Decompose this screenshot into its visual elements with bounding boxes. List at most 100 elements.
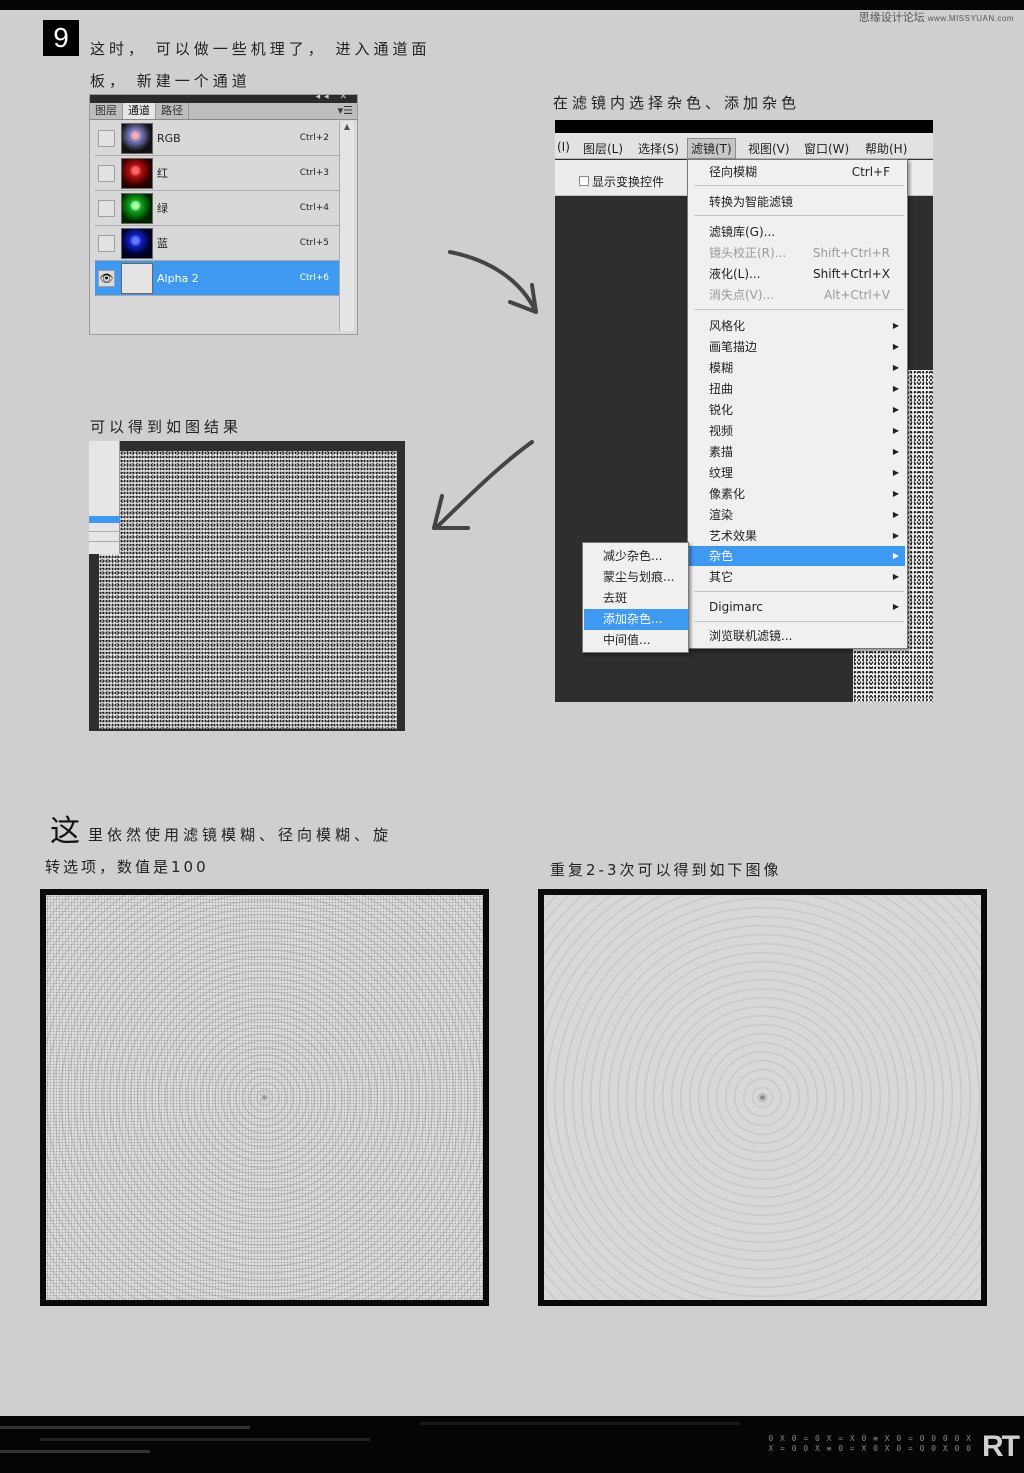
channel-thumbnail xyxy=(121,157,153,189)
submenu-item-despeckle[interactable]: 去斑 xyxy=(584,588,688,609)
channel-thumbnail xyxy=(121,262,153,294)
show-transform-checkbox[interactable] xyxy=(579,176,589,186)
menu-item-radial-blur[interactable]: 径向模糊 Ctrl+F xyxy=(689,162,905,182)
panel-menu-icon[interactable]: ▾☰ xyxy=(338,103,353,119)
submenu-item-add-noise[interactable]: 添加杂色... xyxy=(584,609,688,630)
channel-shortcut: Ctrl+2 xyxy=(299,133,329,143)
menu-item-window[interactable]: 窗口(W) xyxy=(804,140,849,157)
menu-item-brush-strokes[interactable]: 画笔描边 ▶ xyxy=(689,337,905,357)
tab-channels[interactable]: 通道 xyxy=(123,103,156,119)
menu-item-filter[interactable]: 滤镜(T) xyxy=(687,138,736,159)
step-number-badge: 9 xyxy=(43,20,79,56)
channel-name: RGB xyxy=(157,131,181,145)
footer-logo: RT xyxy=(982,1430,1020,1463)
channel-name: 绿 xyxy=(157,202,168,215)
menu-item-stylize[interactable]: 风格化 ▶ xyxy=(689,316,905,336)
blur-text-line2: 转选项，数值是100 xyxy=(45,858,209,876)
menu-item-view[interactable]: 视图(V) xyxy=(748,140,790,157)
panel-scrollbar[interactable]: ▲ xyxy=(339,121,354,331)
menu-item-vanishing-point[interactable]: 消失点(V)... Alt+Ctrl+V xyxy=(689,285,905,305)
channel-shortcut: Ctrl+4 xyxy=(299,203,329,213)
footer-code-line1: 0 X 0 = 0 X = X 0 ≡ X 0 = 0 0 0 0 X xyxy=(768,1434,972,1443)
submenu-item-reduce-noise[interactable]: 减少杂色... xyxy=(584,546,688,567)
menu-item-convert-smart-filter[interactable]: 转换为智能滤镜 xyxy=(689,192,905,212)
submenu-arrow-icon: ▶ xyxy=(892,489,899,498)
menu-item-blur[interactable]: 模糊 ▶ xyxy=(689,358,905,378)
menu-item-type[interactable]: (I) xyxy=(557,140,570,154)
channel-row-green[interactable]: 绿 Ctrl+4 xyxy=(95,191,339,226)
panel-collapse-close-icon[interactable]: ◂◂ ✕ xyxy=(316,92,351,102)
watermark: 思缘设计论坛 www.MISSYUAN.com xyxy=(859,9,1014,25)
blur-text-line1: 里依然使用滤镜模糊、径向模糊、旋 xyxy=(88,826,393,844)
menu-item-noise[interactable]: 杂色 ▶ xyxy=(689,546,905,566)
visibility-toggle[interactable] xyxy=(98,164,115,182)
repeated-blur-result-image xyxy=(538,889,987,1306)
footer-code: 0 X 0 = 0 X = X 0 ≡ X 0 = 0 0 0 0 X X = … xyxy=(768,1434,972,1454)
menu-item-pixelate[interactable]: 像素化 ▶ xyxy=(689,484,905,504)
menu-bar: (I) 图层(L) 选择(S) 滤镜(T) 视图(V) 窗口(W) 帮助(H) xyxy=(555,133,933,159)
submenu-arrow-icon: ▶ xyxy=(892,405,899,414)
menu-item-video[interactable]: 视频 ▶ xyxy=(689,421,905,441)
watermark-url: www.MISSYUAN.com xyxy=(927,14,1014,23)
visibility-toggle[interactable] xyxy=(98,234,115,252)
visibility-toggle[interactable] xyxy=(98,129,115,147)
submenu-arrow-icon: ▶ xyxy=(892,531,899,540)
submenu-item-dust-scratches[interactable]: 蒙尘与划痕... xyxy=(584,567,688,588)
menu-item-sketch[interactable]: 素描 ▶ xyxy=(689,442,905,462)
intro-text-line1: 这时， 可以做一些机理了， 进入通道面 xyxy=(90,40,431,58)
submenu-arrow-icon: ▶ xyxy=(892,426,899,435)
submenu-arrow-icon: ▶ xyxy=(892,342,899,351)
menu-item-lens-correction[interactable]: 镜头校正(R)... Shift+Ctrl+R xyxy=(689,243,905,263)
result-side-panel xyxy=(89,441,120,554)
noise-result-image xyxy=(89,441,405,731)
channel-name: 红 xyxy=(157,167,168,180)
panel-tabs: 图层 通道 路径 ▾☰ xyxy=(90,103,357,120)
screenshot-top-bar xyxy=(555,120,933,133)
menu-item-texture[interactable]: 纹理 ▶ xyxy=(689,463,905,483)
tab-paths[interactable]: 路径 xyxy=(156,103,189,119)
watermark-site: 思缘设计论坛 xyxy=(858,12,925,24)
visibility-toggle[interactable] xyxy=(98,199,115,217)
channel-row-alpha2[interactable]: 👁 Alpha 2 Ctrl+6 xyxy=(95,261,339,296)
submenu-arrow-icon: ▶ xyxy=(892,384,899,393)
submenu-arrow-icon: ▶ xyxy=(892,572,899,581)
channel-name: Alpha 2 xyxy=(157,271,199,285)
submenu-arrow-icon: ▶ xyxy=(892,363,899,372)
menu-item-render[interactable]: 渲染 ▶ xyxy=(689,505,905,525)
menu-item-digimarc[interactable]: Digimarc ▶ xyxy=(689,597,905,617)
menu-item-liquify[interactable]: 液化(L)... Shift+Ctrl+X xyxy=(689,264,905,284)
channel-thumbnail xyxy=(121,122,153,154)
tab-layers[interactable]: 图层 xyxy=(90,103,123,119)
intro-text-line2: 板， 新建一个通道 xyxy=(90,72,251,90)
channel-thumbnail xyxy=(121,227,153,259)
menu-item-help[interactable]: 帮助(H) xyxy=(865,140,907,157)
menu-item-layer[interactable]: 图层(L) xyxy=(583,140,623,157)
submenu-item-median[interactable]: 中间值... xyxy=(584,630,688,651)
channel-row-blue[interactable]: 蓝 Ctrl+5 xyxy=(95,226,339,261)
channel-thumbnail xyxy=(121,192,153,224)
arrow-left-icon xyxy=(432,440,534,530)
channel-shortcut: Ctrl+3 xyxy=(299,168,329,178)
menu-item-select[interactable]: 选择(S) xyxy=(638,140,679,157)
channel-shortcut: Ctrl+6 xyxy=(299,273,329,283)
eye-icon[interactable]: 👁 xyxy=(98,269,115,287)
submenu-arrow-icon: ▶ xyxy=(892,468,899,477)
menu-item-filter-gallery[interactable]: 滤镜库(G)... xyxy=(689,222,905,242)
submenu-arrow-icon: ▶ xyxy=(892,321,899,330)
submenu-arrow-icon: ▶ xyxy=(892,602,899,611)
menu-item-other[interactable]: 其它 ▶ xyxy=(689,567,905,587)
menu-item-browse-filters[interactable]: 浏览联机滤镜... xyxy=(689,626,905,646)
scroll-up-icon[interactable]: ▲ xyxy=(340,121,354,133)
noise-submenu: 减少杂色... 蒙尘与划痕... 去斑 添加杂色... 中间值... xyxy=(582,542,689,653)
menu-item-artistic[interactable]: 艺术效果 ▶ xyxy=(689,526,905,546)
result-caption: 可以得到如图结果 xyxy=(90,418,243,436)
menu-item-sharpen[interactable]: 锐化 ▶ xyxy=(689,400,905,420)
radial-blur-canvas xyxy=(46,895,483,1300)
show-transform-label: 显示变换控件 xyxy=(592,175,665,189)
menu-item-distort[interactable]: 扭曲 ▶ xyxy=(689,379,905,399)
repeat-caption: 重复2-3次可以得到如下图像 xyxy=(550,861,782,879)
channel-list: RGB Ctrl+2 红 Ctrl+3 绿 Ctrl+4 蓝 Ctrl+5 👁 … xyxy=(95,121,339,296)
blur-big-char: 这 xyxy=(50,814,80,849)
channel-row-red[interactable]: 红 Ctrl+3 xyxy=(95,156,339,191)
channel-row-rgb[interactable]: RGB Ctrl+2 xyxy=(95,121,339,156)
